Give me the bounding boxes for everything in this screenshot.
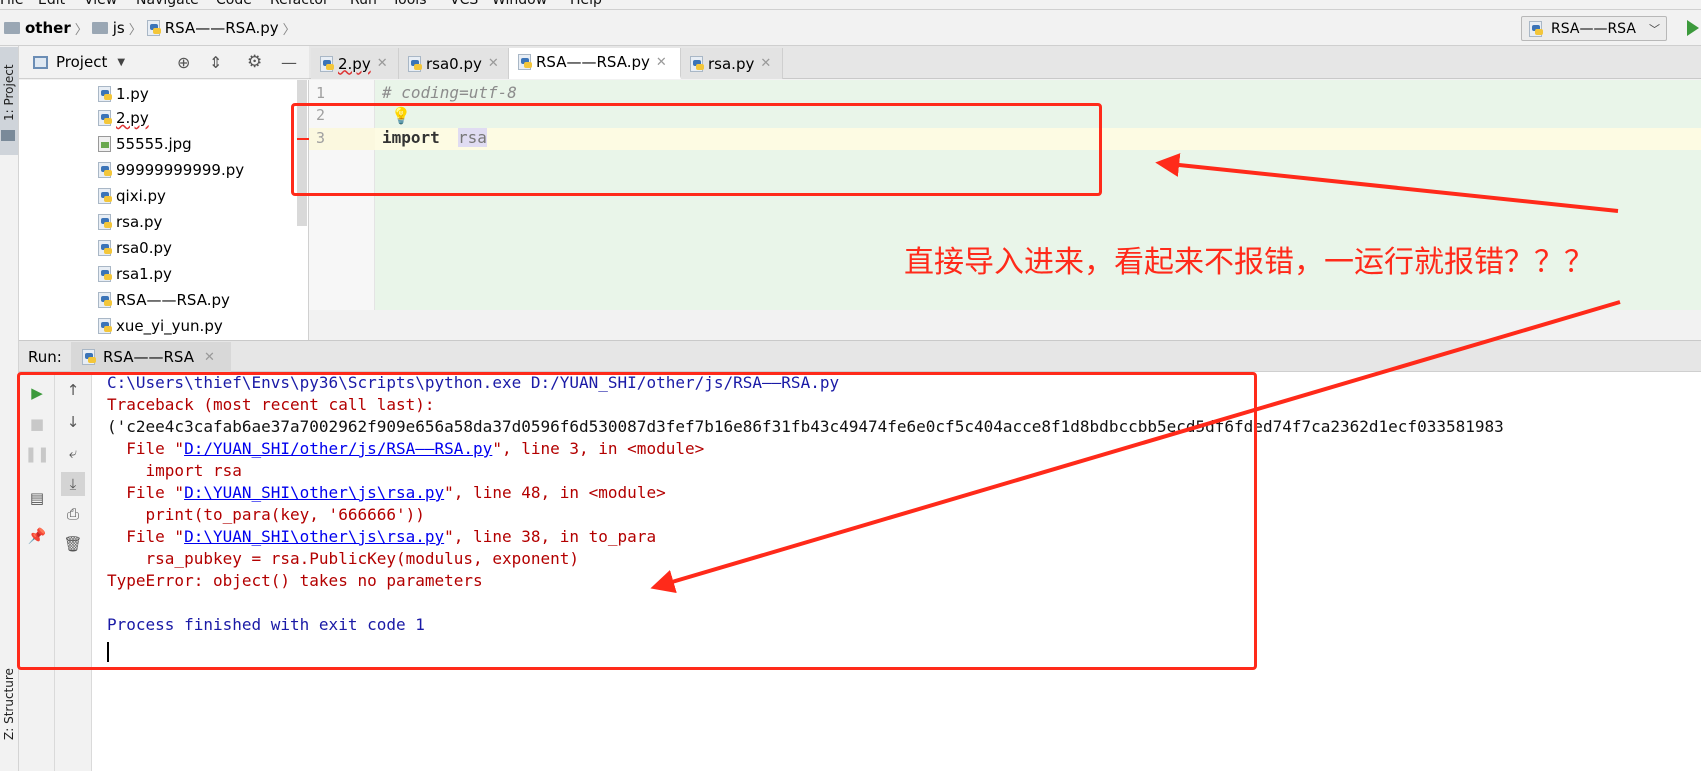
annotation-note: 直接导入进来，看起来不报错，一运行就报错？？？ <box>904 245 1594 280</box>
annotation-arrows <box>650 153 1621 594</box>
annotation-arrow <box>650 300 1621 594</box>
annotation-arrow <box>1155 153 1619 213</box>
